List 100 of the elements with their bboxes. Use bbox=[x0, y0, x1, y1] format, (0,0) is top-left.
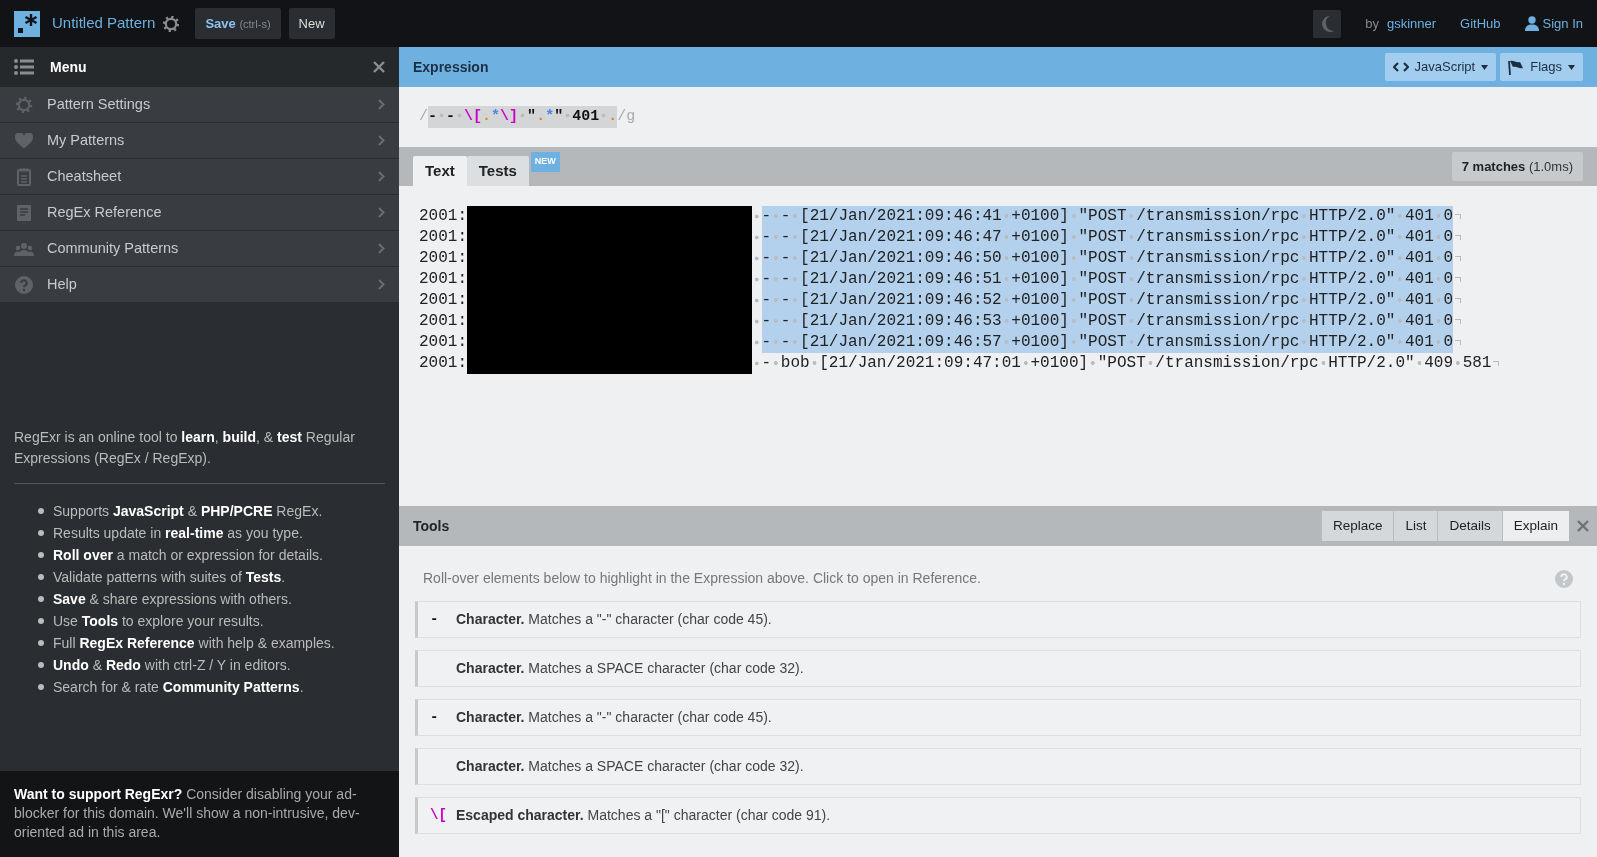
new-badge: NEW bbox=[530, 152, 560, 172]
line-end-mark bbox=[1455, 256, 1462, 261]
moon-icon bbox=[1319, 14, 1336, 33]
tool-tab[interactable]: List bbox=[1393, 511, 1438, 541]
caret-icon bbox=[1481, 64, 1489, 70]
menu-item[interactable]: Cheatsheet bbox=[0, 159, 399, 195]
line-prefix: 2001: bbox=[419, 291, 467, 309]
menu-item[interactable]: RegEx Reference bbox=[0, 195, 399, 231]
line-end-mark bbox=[1455, 340, 1462, 345]
flags-dropdown[interactable]: Flags bbox=[1500, 53, 1583, 81]
chevron-right-icon bbox=[378, 243, 385, 254]
close-icon bbox=[373, 61, 385, 73]
match-highlight: - - [21/Jan/2021:09:46:51 +0100] "POST /transmission/rpc HTTP/2.0" 401 0 bbox=[761, 269, 1454, 290]
match-highlight: - - [21/Jan/2021:09:46:50 +0100] "POST /transmission/rpc HTTP/2.0" 401 0 bbox=[761, 248, 1454, 269]
pattern-title[interactable]: Untitled Pattern bbox=[52, 12, 156, 35]
flag-icon bbox=[1508, 59, 1525, 75]
explain-text: Escaped character. Matches a "[" character (char code 91). bbox=[456, 806, 831, 825]
match-highlight: - - [21/Jan/2021:09:46:52 +0100] "POST /transmission/rpc HTTP/2.0" 401 0 bbox=[761, 290, 1454, 311]
notepad-icon bbox=[17, 167, 31, 186]
match-highlight: - - [21/Jan/2021:09:46:53 +0100] "POST /transmission/rpc HTTP/2.0" 401 0 bbox=[761, 311, 1454, 332]
new-button[interactable]: New bbox=[288, 7, 335, 40]
feature-item: Use Tools to explore your results. bbox=[53, 612, 264, 631]
flavor-dropdown[interactable]: JavaScript bbox=[1384, 53, 1497, 81]
code-icon bbox=[1392, 61, 1409, 73]
line-prefix: 2001: bbox=[419, 228, 467, 246]
tools-hint: Roll-over elements below to highlight in the Expression above. Click to open in Reference. bbox=[423, 569, 982, 588]
match-highlight: - - [21/Jan/2021:09:46:57 +0100] "POST /transmission/rpc HTTP/2.0" 401 0 bbox=[761, 332, 1454, 353]
close-button[interactable] bbox=[1577, 520, 1589, 532]
feature-item: Search for & rate Community Patterns. bbox=[53, 678, 304, 697]
feature-item: Results update in real-time as you type. bbox=[53, 524, 303, 543]
gear-icon bbox=[15, 95, 33, 114]
explain-row[interactable]: \[ Escaped character. Matches a "[" character (char code 91). bbox=[415, 797, 1581, 834]
tool-tab[interactable]: Replace bbox=[1320, 511, 1394, 541]
line-end-mark bbox=[1493, 361, 1500, 366]
github-link[interactable]: GitHub bbox=[1460, 13, 1501, 34]
heart-icon bbox=[15, 132, 33, 149]
token-label: - bbox=[430, 611, 439, 627]
sign-in-link[interactable]: Sign In bbox=[1524, 13, 1583, 34]
expression-flags: /g bbox=[617, 106, 636, 127]
line-end-mark bbox=[1455, 214, 1462, 219]
panel-tab[interactable]: Text bbox=[413, 156, 467, 186]
menu-item[interactable]: Help bbox=[0, 267, 399, 303]
explain-row[interactable]: - Character. Matches a "-" character (char code 45). bbox=[415, 601, 1581, 638]
tool-tab[interactable]: Details bbox=[1437, 511, 1502, 541]
explain-text: Character. Matches a "-" character (char code 45). bbox=[456, 610, 772, 629]
chevron-right-icon bbox=[378, 135, 385, 146]
bullet-icon bbox=[38, 618, 44, 624]
author-link[interactable]: gskinner bbox=[1386, 13, 1437, 34]
feature-item: Full RegEx Reference with help & examples. bbox=[53, 634, 335, 653]
chevron-right-icon bbox=[378, 207, 385, 218]
match-count: 7 matches (1.0ms) bbox=[1451, 151, 1583, 182]
match-highlight: - - [21/Jan/2021:09:46:47 +0100] "POST /transmission/rpc HTTP/2.0" 401 0 bbox=[761, 227, 1454, 248]
menu-title: Menu bbox=[50, 57, 87, 77]
line-prefix: 2001: bbox=[419, 249, 467, 267]
people-icon bbox=[14, 241, 34, 256]
gear-icon bbox=[163, 15, 180, 32]
explain-row[interactable]: - Character. Matches a "-" character (char code 45). bbox=[415, 699, 1581, 736]
feature-item: Undo & Redo with ctrl-Z / Y in editors. bbox=[53, 656, 291, 675]
line-end-mark bbox=[1455, 277, 1462, 282]
tool-tab[interactable]: Explain bbox=[1501, 511, 1569, 541]
chevron-right-icon bbox=[378, 171, 385, 182]
menu-icon bbox=[14, 59, 34, 75]
explain-row[interactable]: Character. Matches a SPACE character (char code 32). bbox=[415, 650, 1581, 687]
help-icon bbox=[1555, 569, 1573, 588]
bullet-icon bbox=[38, 574, 44, 580]
feature-item: Roll over a match or expression for details. bbox=[53, 546, 323, 565]
caret-icon bbox=[1568, 64, 1575, 70]
feature-item: Validate patterns with suites of Tests. bbox=[53, 568, 286, 587]
theme-toggle-button[interactable] bbox=[1313, 9, 1342, 38]
close-button[interactable] bbox=[373, 61, 385, 73]
line-end-mark bbox=[1455, 235, 1462, 240]
chevron-right-icon bbox=[378, 99, 385, 110]
line-prefix: 2001: bbox=[419, 207, 467, 225]
expression-delimiter: / bbox=[419, 106, 428, 127]
explain-text: Character. Matches a "-" character (char code 45). bbox=[456, 708, 772, 727]
tools-title: Tools bbox=[413, 516, 451, 536]
match-highlight: - - [21/Jan/2021:09:46:41 +0100] "POST /transmission/rpc HTTP/2.0" 401 0 bbox=[761, 206, 1454, 227]
explain-row[interactable]: Character. Matches a SPACE character (char code 32). bbox=[415, 748, 1581, 785]
bullet-icon bbox=[38, 530, 44, 536]
token-label: - bbox=[430, 709, 439, 725]
bullet-icon bbox=[38, 596, 44, 602]
explain-text: Character. Matches a SPACE character (char code 32). bbox=[456, 659, 804, 678]
menu-item[interactable]: Pattern Settings bbox=[0, 87, 399, 123]
expression-input[interactable]: - - \[.*\] ".*" 401 . bbox=[428, 105, 618, 129]
save-button[interactable]: Save (ctrl-s) bbox=[195, 7, 281, 40]
menu-item[interactable]: Community Patterns bbox=[0, 231, 399, 267]
book-icon bbox=[16, 203, 32, 222]
explain-text: Character. Matches a SPACE character (char code 32). bbox=[456, 757, 804, 776]
bullet-icon bbox=[38, 640, 44, 646]
bullet-icon bbox=[38, 662, 44, 668]
line-end-mark bbox=[1455, 298, 1462, 303]
ad-notice: Want to support RegExr? Consider disabling your ad-blocker for this domain. We'll show a non-intrusive, dev-oriented ad in this area. bbox=[0, 771, 399, 857]
user-icon bbox=[1524, 16, 1539, 31]
bullet-icon bbox=[38, 552, 44, 558]
logo-icon bbox=[14, 10, 40, 37]
chevron-right-icon bbox=[378, 279, 385, 290]
line-prefix: 2001: bbox=[419, 270, 467, 288]
menu-item[interactable]: My Patterns bbox=[0, 123, 399, 159]
line-prefix: 2001: bbox=[419, 354, 467, 372]
panel-tab[interactable]: Tests bbox=[466, 156, 529, 186]
